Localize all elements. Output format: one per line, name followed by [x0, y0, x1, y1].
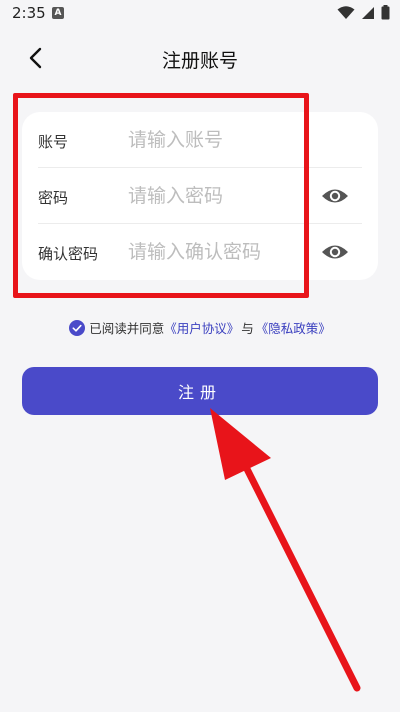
password-input[interactable]: [128, 180, 308, 212]
confirm-password-row: 确认密码: [22, 224, 362, 280]
eye-icon: [322, 245, 348, 259]
confirm-password-label: 确认密码: [38, 245, 99, 263]
agreement-checkbox[interactable]: [69, 319, 86, 336]
header: 注册账号: [0, 38, 400, 78]
notification-a-icon: A: [52, 7, 64, 19]
status-bar: 2:35 A: [0, 0, 400, 28]
page-title: 注册账号: [161, 50, 238, 72]
arrow-head: [210, 408, 271, 480]
password-label: 密码: [38, 189, 69, 207]
confirm-password-visibility-toggle[interactable]: [320, 238, 350, 266]
register-button[interactable]: 注册: [22, 367, 378, 415]
agreement-row: 已阅读并同意《用户协议》与《隐私政策》: [0, 318, 400, 338]
signal-icon: [362, 6, 374, 19]
arrow-shaft: [236, 451, 361, 692]
check-circle-icon: [69, 319, 86, 336]
account-input[interactable]: [128, 124, 308, 156]
agreement-prefix: 已阅读并同意: [89, 321, 165, 336]
account-label: 账号: [38, 133, 69, 151]
password-visibility-toggle[interactable]: [320, 182, 350, 210]
status-icons: [337, 5, 390, 20]
wifi-icon: [337, 5, 355, 19]
password-row: 密码: [22, 168, 362, 224]
eye-icon: [322, 189, 348, 203]
register-form-card: 账号 密码 确认密码: [22, 112, 378, 280]
red-arrow-annotation: [210, 408, 361, 692]
privacy-policy-link[interactable]: 《隐私政策》: [256, 321, 331, 336]
confirm-password-input[interactable]: [128, 236, 308, 268]
agreement-conjunction: 与: [241, 321, 254, 336]
account-row: 账号: [22, 112, 362, 168]
user-agreement-link[interactable]: 《用户协议》: [164, 321, 239, 336]
battery-icon: [381, 5, 390, 20]
status-time: 2:35: [12, 4, 46, 22]
